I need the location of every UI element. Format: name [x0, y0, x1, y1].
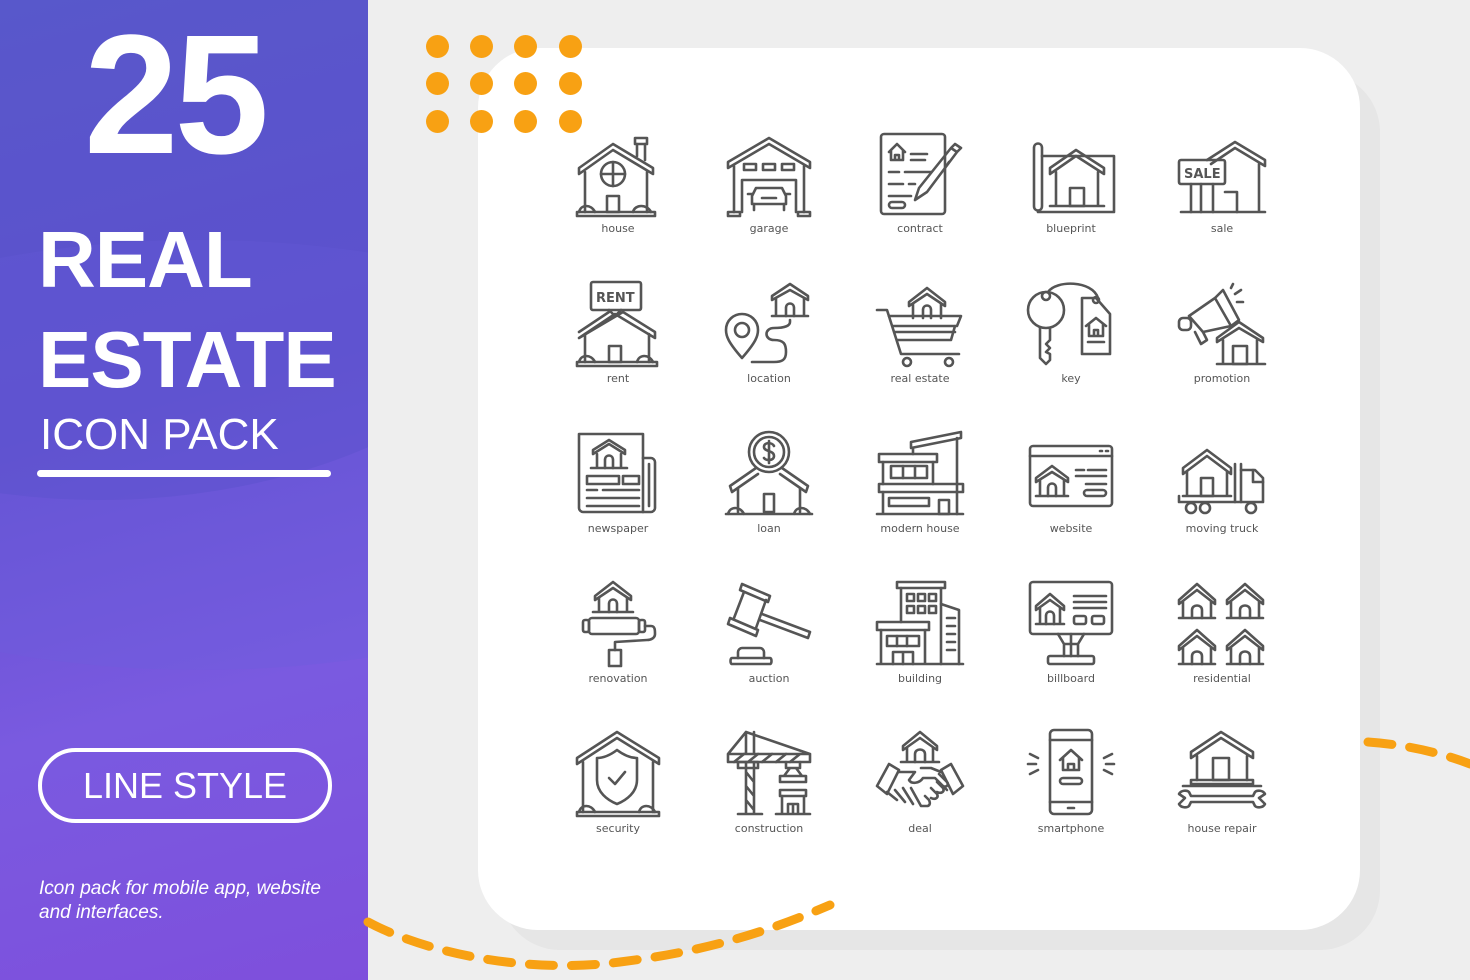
icon-item-website: website	[996, 428, 1146, 558]
dot	[514, 72, 537, 95]
icon-item-construction: construction	[694, 728, 844, 858]
dot	[470, 35, 493, 58]
icon-label: promotion	[1193, 372, 1251, 385]
icon-label: rent	[606, 372, 630, 385]
title-line-1: REAL	[38, 215, 253, 304]
smartphone-icon	[1026, 728, 1116, 816]
crane-icon	[726, 730, 812, 816]
website-icon	[1028, 444, 1114, 508]
icon-item-newspaper: newspaper	[543, 428, 693, 558]
icon-item-rent: RENT rent	[543, 278, 693, 408]
dot	[470, 110, 493, 133]
icon-item-building: building	[845, 578, 995, 708]
dot	[514, 35, 537, 58]
icon-item-house-repair: house repair	[1147, 728, 1297, 858]
icon-item-renovation: renovation	[543, 578, 693, 708]
icon-item-residential: residential	[1147, 578, 1297, 708]
dot	[559, 35, 582, 58]
sale-sign-text: SALE	[1184, 167, 1221, 182]
icon-item-deal: deal	[845, 728, 995, 858]
icon-item-contract: contract	[845, 128, 995, 258]
icon-label: website	[1049, 522, 1093, 535]
dot	[514, 110, 537, 133]
banner-panel: 25 REAL ESTATE ICON PACK LINE STYLE Icon…	[0, 0, 368, 980]
rent-sign-text: RENT	[596, 291, 635, 306]
decorative-dot-grid	[426, 35, 586, 135]
blueprint-icon	[1032, 142, 1116, 214]
icon-label: auction	[748, 672, 790, 685]
icon-item-moving-truck: moving truck	[1147, 428, 1297, 558]
icon-label: house	[601, 222, 635, 235]
sale-icon: SALE	[1177, 140, 1267, 214]
icon-item-garage: garage	[694, 128, 844, 258]
billboard-icon	[1028, 580, 1114, 666]
icon-item-auction: auction	[694, 578, 844, 708]
key-icon	[1026, 282, 1112, 366]
garage-icon	[726, 136, 812, 218]
cart-house-icon	[875, 286, 963, 368]
icon-label: newspaper	[587, 522, 649, 535]
icon-label: real estate	[890, 372, 950, 385]
icon-label: key	[1061, 372, 1081, 385]
rent-icon: RENT	[575, 280, 659, 368]
icon-item-billboard: billboard	[996, 578, 1146, 708]
dot	[426, 35, 449, 58]
modern-house-icon	[875, 430, 965, 516]
icon-label: garage	[749, 222, 789, 235]
icon-item-key: key	[996, 278, 1146, 408]
icon-label: construction	[734, 822, 804, 835]
loan-icon	[724, 430, 814, 516]
icon-item-blueprint: blueprint	[996, 128, 1146, 258]
icon-item-house: house	[543, 128, 693, 258]
newspaper-icon	[577, 432, 657, 514]
contract-icon	[879, 132, 963, 216]
divider	[37, 470, 331, 477]
truck-icon	[1177, 448, 1265, 515]
handshake-icon	[875, 730, 965, 808]
icon-label: moving truck	[1185, 522, 1259, 535]
icon-label: residential	[1193, 672, 1251, 685]
icon-label: renovation	[588, 672, 648, 685]
title-line-2: ESTATE	[38, 315, 337, 404]
dot	[470, 72, 493, 95]
icon-item-security: security	[543, 728, 693, 858]
house-icon	[575, 136, 657, 218]
style-badge: LINE STYLE	[38, 748, 332, 823]
icon-item-sale: SALE sale	[1147, 128, 1297, 258]
paint-roller-icon	[581, 580, 657, 668]
icon-label: deal	[908, 822, 932, 835]
icon-label: blueprint	[1046, 222, 1096, 235]
dot	[559, 72, 582, 95]
gavel-icon	[726, 582, 812, 666]
icon-item-real-estate: real estate	[845, 278, 995, 408]
icon-item-promotion: promotion	[1147, 278, 1297, 408]
icon-count: 25	[84, 0, 269, 190]
icon-label: location	[747, 372, 791, 385]
icon-item-location: location	[694, 278, 844, 408]
dot	[426, 110, 449, 133]
wrench-house-icon	[1177, 730, 1267, 809]
subtitle: ICON PACK	[40, 410, 279, 459]
icon-label: building	[897, 672, 943, 685]
megaphone-icon	[1177, 282, 1267, 366]
icon-label: smartphone	[1037, 822, 1105, 835]
icon-label: billboard	[1047, 672, 1095, 685]
residential-icon	[1177, 582, 1265, 666]
icon-label: sale	[1210, 222, 1234, 235]
description: Icon pack for mobile app, website and in…	[39, 878, 321, 923]
icon-label: house repair	[1187, 822, 1257, 835]
icon-item-loan: loan	[694, 428, 844, 558]
icon-item-modern-house: modern house	[845, 428, 995, 558]
location-icon	[724, 282, 810, 364]
building-icon	[875, 580, 965, 666]
dashed-curve-right	[1363, 737, 1470, 769]
icon-item-smartphone: smartphone	[996, 728, 1146, 858]
icon-label: modern house	[880, 522, 960, 535]
icon-label: loan	[757, 522, 781, 535]
shield-house-icon	[575, 730, 661, 818]
icon-label: contract	[897, 222, 943, 235]
dot	[426, 72, 449, 95]
icon-label: security	[596, 822, 640, 835]
